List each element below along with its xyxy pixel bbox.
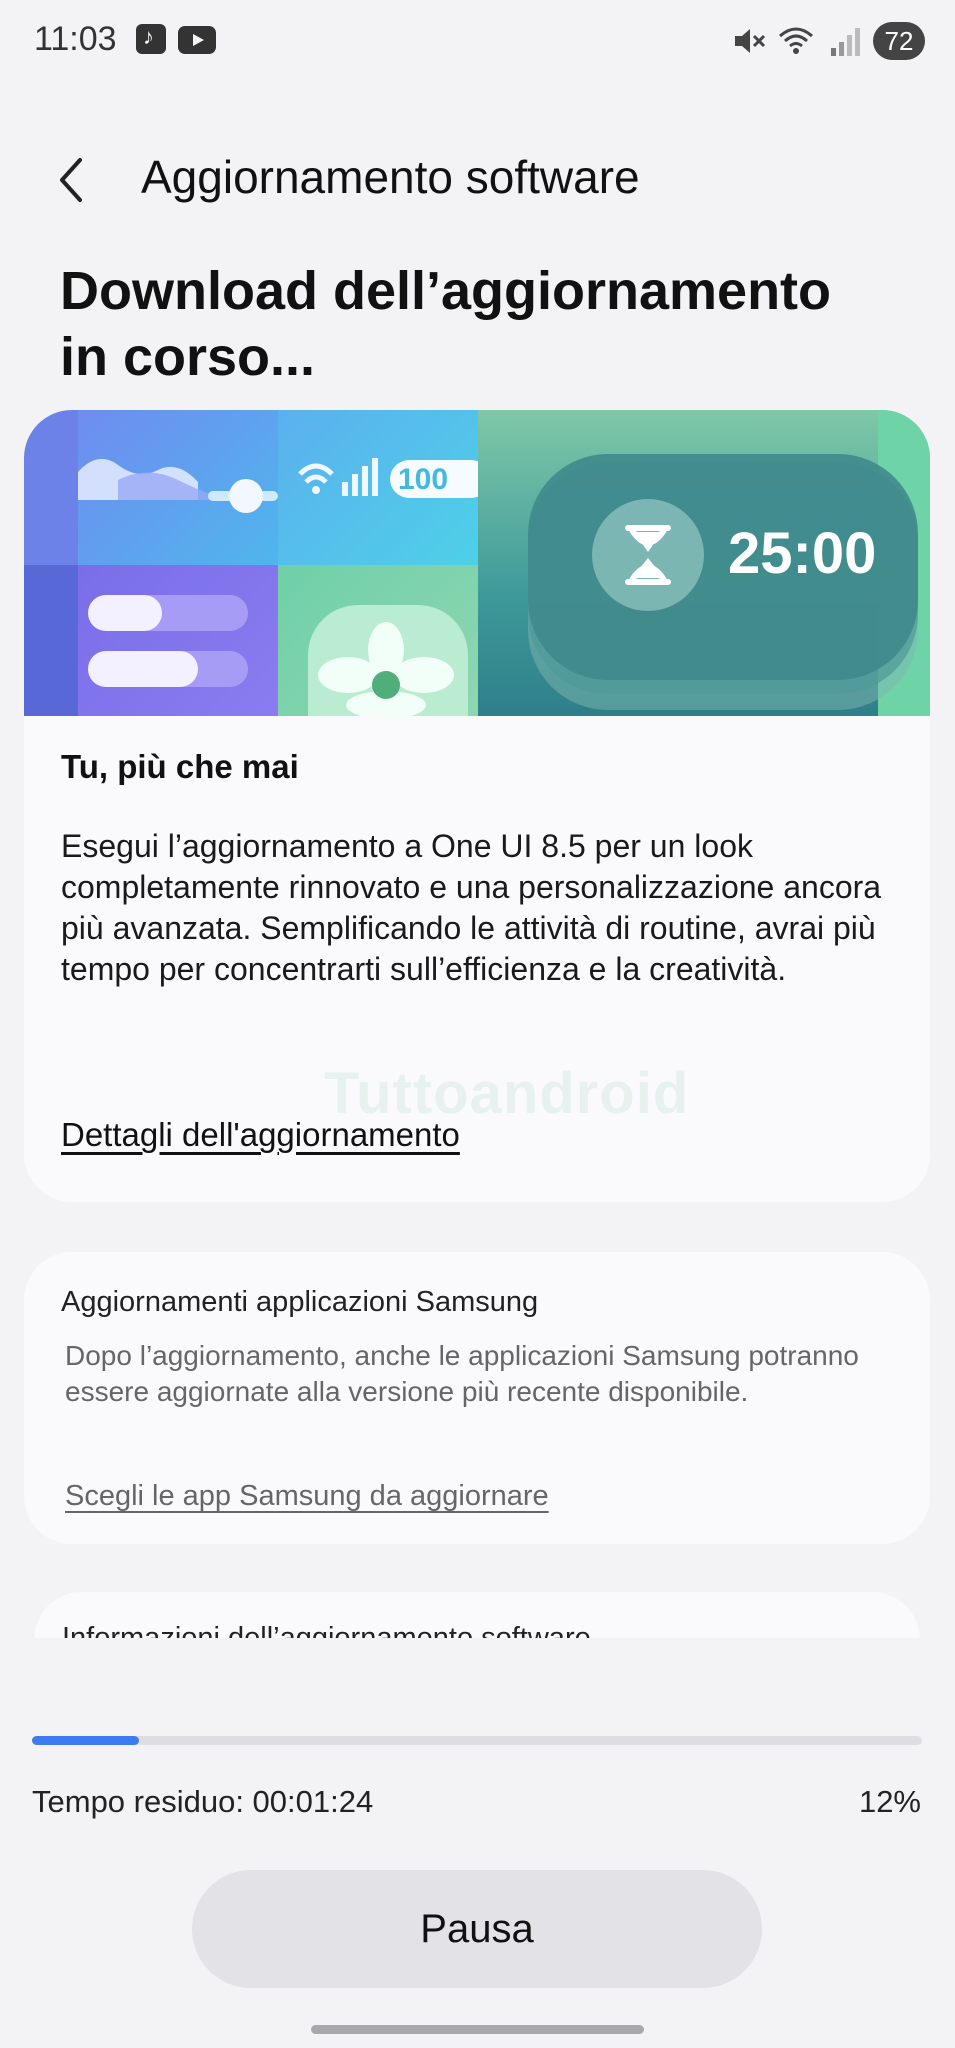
back-button[interactable] xyxy=(56,150,106,210)
card-title: Aggiornamenti applicazioni Samsung xyxy=(61,1286,539,1318)
update-details-link[interactable]: Dettagli dell'aggiornamento xyxy=(61,1116,460,1154)
status-time: 11:03 xyxy=(34,20,117,58)
signal-icon xyxy=(831,28,860,56)
youtube-icon xyxy=(178,26,216,54)
banner-tile xyxy=(24,565,78,716)
samsung-apps-card: Aggiornamenti applicazioni Samsung Dopo … xyxy=(24,1252,930,1544)
card-title: Tu, più che mai xyxy=(61,748,299,785)
wifi-icon xyxy=(779,27,813,54)
toggle-bars-tile xyxy=(78,565,278,716)
update-info-card: 100 25:00 Tuttoandroid Tu, più che mai E… xyxy=(24,410,930,1202)
choose-samsung-apps-link[interactable]: Scegli le app Samsung da aggiornare xyxy=(65,1480,549,1513)
card-description: Esegui l’aggiornamento a One UI 8.5 per … xyxy=(61,828,882,987)
download-progress-bar xyxy=(32,1736,922,1745)
download-progress-fill xyxy=(32,1736,139,1745)
card-description: Dopo l’aggiornamento, anche le applicazi… xyxy=(65,1340,859,1407)
download-status-heading: Download dell’aggiornamento in corso... xyxy=(60,261,832,387)
battery-icon: 72 xyxy=(873,22,925,60)
banner-battery-text: 100 xyxy=(398,463,448,496)
banner-tile xyxy=(24,410,78,565)
flower-tile xyxy=(278,565,478,716)
wave-slider-tile xyxy=(78,410,278,565)
chevron-left-icon xyxy=(60,158,82,202)
time-remaining: Tempo residuo: 00:01:24 xyxy=(32,1784,374,1819)
page-title: Aggiornamento software xyxy=(141,151,640,203)
notification-icons xyxy=(136,24,216,54)
software-info-card[interactable]: Informazioni dell’aggiornamento software xyxy=(34,1592,920,1638)
home-indicator[interactable] xyxy=(311,2025,644,2034)
pause-button[interactable]: Pausa xyxy=(192,1870,762,1988)
music-app-icon xyxy=(136,24,166,54)
progress-percent: 12% xyxy=(858,1784,921,1819)
system-icons: 72 xyxy=(731,22,925,60)
quick-status-tile: 100 xyxy=(278,410,490,565)
mute-icon xyxy=(735,29,766,53)
feature-banner: 100 25:00 xyxy=(24,410,930,716)
timer-tile: 25:00 xyxy=(478,410,930,716)
banner-timer-text: 25:00 xyxy=(728,521,876,586)
card-title: Informazioni dell’aggiornamento software xyxy=(62,1622,591,1638)
software-info-card-clip: Informazioni dell’aggiornamento software xyxy=(24,1592,930,1638)
status-bar: 11:03 72 xyxy=(0,0,955,86)
